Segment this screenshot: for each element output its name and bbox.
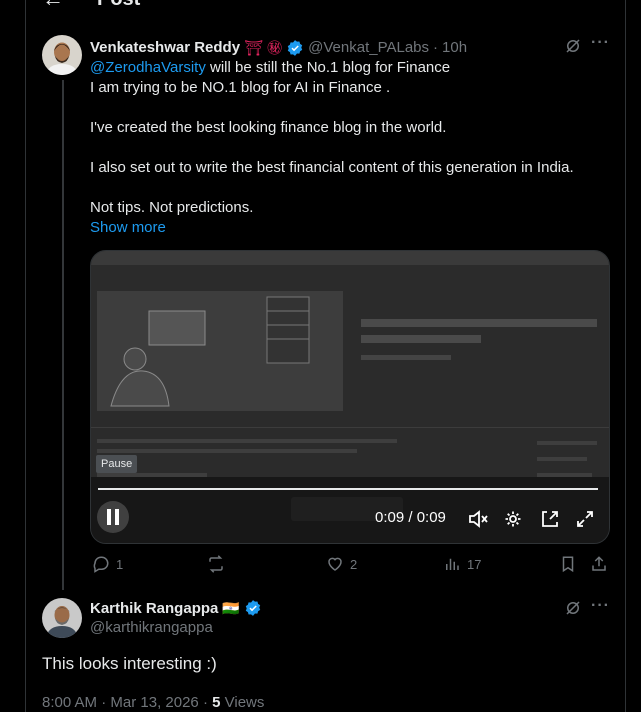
picture-in-picture-icon[interactable] xyxy=(541,510,559,533)
repost-icon xyxy=(209,555,223,573)
torii-emoji: ⛩ xyxy=(244,39,264,57)
grok-icon[interactable] xyxy=(564,37,582,60)
india-flag-emoji: 🇮🇳 xyxy=(222,599,240,616)
pause-button[interactable] xyxy=(97,501,129,533)
views-count: 17 xyxy=(467,556,482,572)
reply-views-count: 5 xyxy=(212,694,221,711)
post2-header: Karthik Rangappa 🇮🇳 xyxy=(90,599,262,617)
reply-author-name[interactable]: Karthik Rangappa xyxy=(90,600,218,617)
pause-tooltip: Pause xyxy=(96,455,138,473)
arrow-left-icon[interactable]: ← xyxy=(42,0,64,12)
share-icon[interactable] xyxy=(590,555,608,573)
post1-line-2: I am trying to be NO.1 blog for AI in Fi… xyxy=(90,79,391,96)
post-time[interactable]: 10h xyxy=(442,39,467,56)
like-button[interactable]: 2 xyxy=(326,555,357,573)
separator-dot: · xyxy=(101,694,107,711)
like-count: 2 xyxy=(350,556,358,572)
reply-button[interactable]: 1 xyxy=(92,555,123,573)
separator-dot: · xyxy=(202,694,208,711)
video-player[interactable]: Pause 0:09 / 0:09 xyxy=(90,250,610,544)
post1-line-4: I also set out to write the best financi… xyxy=(90,159,574,176)
avatar-venkateshwar[interactable] xyxy=(42,35,82,75)
thread-connector-line xyxy=(62,80,64,590)
post1-line-1: @ZerodhaVarsity will be still the No.1 b… xyxy=(90,59,450,76)
avatar-karthik[interactable] xyxy=(42,598,82,638)
author-handle[interactable]: @Venkat_PALabs xyxy=(308,39,429,56)
secret-emoji: ㊙ xyxy=(267,40,283,57)
reply-icon xyxy=(93,556,109,573)
post1-line-3: I've created the best looking finance bl… xyxy=(90,119,447,136)
post1-line-5: Not tips. Not predictions. xyxy=(90,199,254,216)
line1-text: will be still the No.1 blog for Finance xyxy=(205,59,451,76)
settings-gear-icon[interactable] xyxy=(504,510,522,533)
separator-dot: · xyxy=(433,39,439,56)
show-more-link[interactable]: Show more xyxy=(90,219,166,236)
reply-count: 1 xyxy=(116,556,124,572)
reply-time[interactable]: 8:00 AM xyxy=(42,694,97,711)
verified-badge-icon xyxy=(286,39,304,57)
bookmark-icon[interactable] xyxy=(559,555,577,573)
verified-badge-icon xyxy=(244,599,262,617)
reply-timestamp: 8:00 AM · Mar 13, 2026 · 5 Views xyxy=(42,694,264,711)
heart-icon xyxy=(328,557,342,571)
pause-icon xyxy=(107,509,119,525)
reply-date[interactable]: Mar 13, 2026 xyxy=(110,694,198,711)
video-frame xyxy=(91,251,609,543)
page-title: Post xyxy=(97,0,140,11)
post1-header: Venkateshwar Reddy ⛩ ㊙ @Venkat_PALabs · … xyxy=(90,37,467,58)
grok-icon[interactable] xyxy=(564,599,582,622)
author-name[interactable]: Venkateshwar Reddy xyxy=(90,39,240,56)
header: ← Post xyxy=(26,0,625,24)
mention-link[interactable]: @ZerodhaVarsity xyxy=(90,59,206,76)
reply-author-handle[interactable]: @karthikrangappa xyxy=(90,619,213,636)
post-column: ← Post Venkateshwar Reddy ⛩ ㊙ @Venkat_PA… xyxy=(25,0,626,712)
reply-text: This looks interesting :) xyxy=(42,654,217,673)
mute-icon[interactable] xyxy=(468,510,488,533)
fullscreen-icon[interactable] xyxy=(576,510,594,533)
video-progress-bar[interactable] xyxy=(98,488,598,490)
more-options-icon[interactable]: ··· xyxy=(591,34,610,52)
more-options-icon[interactable]: ··· xyxy=(591,597,610,615)
views-button[interactable]: 17 xyxy=(443,555,481,573)
analytics-icon xyxy=(446,558,459,570)
video-time: 0:09 / 0:09 xyxy=(375,509,446,526)
reply-views-label: Views xyxy=(224,694,265,711)
repost-button[interactable] xyxy=(206,555,232,573)
